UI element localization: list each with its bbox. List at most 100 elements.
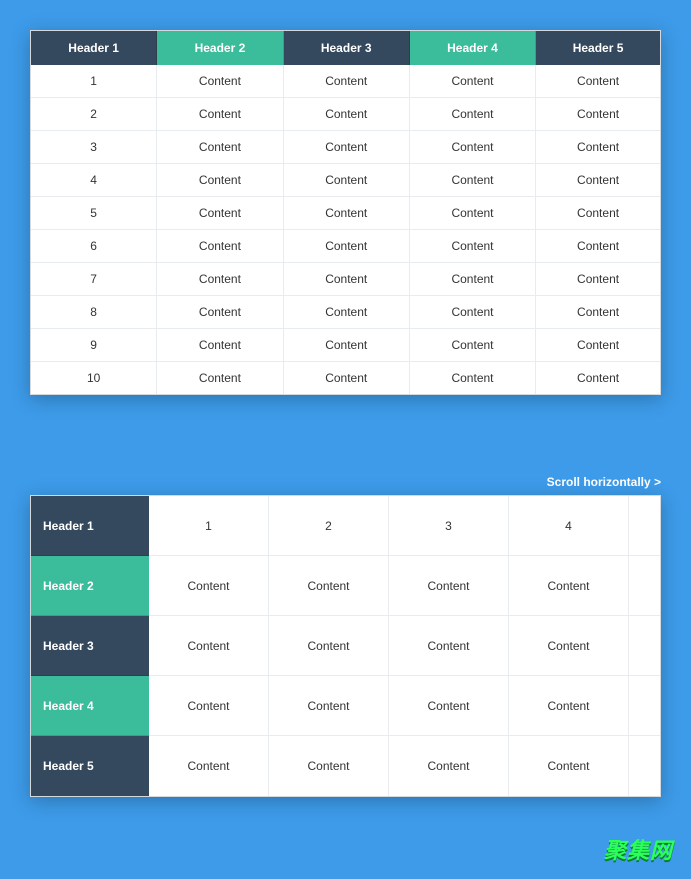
table-cell: Content [536,263,660,296]
table-row: ContentContentContentContentContentConte… [149,676,660,736]
table-cell: 5 [629,496,660,556]
table-cell: Content [269,556,389,616]
table-cell: Content [284,98,410,131]
table-row: 7ContentContentContentContent [31,263,660,296]
table-cell: 3 [31,131,157,164]
col-header[interactable]: Header 1 [31,31,157,65]
table-cell: Content [410,98,536,131]
table-cell: Content [410,131,536,164]
table-cell: Content [389,556,509,616]
scrollable-data-area[interactable]: 12345678910ContentContentContentContentC… [149,496,660,796]
table-cell: Content [269,676,389,736]
table-row: 9ContentContentContentContent [31,329,660,362]
table-cell: Content [157,131,283,164]
table-cell: Content [536,65,660,98]
table-cell: 3 [389,496,509,556]
table-cell: Content [284,230,410,263]
table-header-row: Header 1 Header 2 Header 3 Header 4 Head… [31,31,660,65]
row-header[interactable]: Header 3 [31,616,149,676]
table-cell: Content [536,98,660,131]
table-cell: Content [410,230,536,263]
table-cell: Content [410,164,536,197]
table-row: ContentContentContentContentContentConte… [149,556,660,616]
table-cell: Content [536,230,660,263]
fixed-header-column: Header 1Header 2Header 3Header 4Header 5 [31,496,149,796]
table-cell: Content [284,263,410,296]
table-cell: Content [157,296,283,329]
table-cell: Content [157,362,283,394]
table-cell: Content [284,164,410,197]
table-cell: Content [149,736,269,796]
table-cell: Content [149,556,269,616]
table-cell: Content [509,676,629,736]
table-row: 1ContentContentContentContent [31,65,660,98]
table-cell: Content [509,616,629,676]
table-2-layout: Header 1Header 2Header 3Header 4Header 5… [31,496,660,796]
table-row: 5ContentContentContentContent [31,197,660,230]
table-cell: Content [410,296,536,329]
table-cell: Content [157,329,283,362]
table-cell: Content [284,131,410,164]
table-cell: Content [149,616,269,676]
table-cell: Content [157,197,283,230]
table-cell: 7 [31,263,157,296]
table-cell: Content [157,65,283,98]
table-row: 8ContentContentContentContent [31,296,660,329]
table-cell: Content [410,329,536,362]
table-row: ContentContentContentContentContentConte… [149,616,660,676]
col-header[interactable]: Header 4 [410,31,536,65]
table-cell: Content [410,65,536,98]
table-row: ContentContentContentContentContentConte… [149,736,660,796]
table-cell: Content [410,197,536,230]
col-header[interactable]: Header 3 [284,31,410,65]
watermark-text: 聚集网 [604,833,673,865]
table-row: 2ContentContentContentContent [31,98,660,131]
row-header[interactable]: Header 2 [31,556,149,616]
table-cell: Content [389,676,509,736]
table-row: 3ContentContentContentContent [31,131,660,164]
table-cell: Content [509,736,629,796]
table-cell: Content [629,556,660,616]
table-cell: 1 [31,65,157,98]
table-cell: Content [157,98,283,131]
table-row: 6ContentContentContentContent [31,230,660,263]
table-cell: Content [284,329,410,362]
table-cell: Content [509,556,629,616]
table-cell: 5 [31,197,157,230]
table-cell: 8 [31,296,157,329]
row-header[interactable]: Header 4 [31,676,149,736]
table-cell: Content [536,197,660,230]
table-cell: 2 [31,98,157,131]
table-cell: Content [157,164,283,197]
table-cell: 1 [149,496,269,556]
table-row: 4ContentContentContentContent [31,164,660,197]
table-cell: Content [536,296,660,329]
table-cell: Content [157,263,283,296]
data-table-1: Header 1 Header 2 Header 3 Header 4 Head… [31,31,660,394]
table-cell: 2 [269,496,389,556]
col-header[interactable]: Header 5 [536,31,660,65]
table-cell: Content [629,676,660,736]
table-cell: 4 [509,496,629,556]
table-2-container: Header 1Header 2Header 3Header 4Header 5… [30,495,661,797]
table-cell: Content [284,362,410,394]
row-header[interactable]: Header 5 [31,736,149,796]
table-cell: 10 [31,362,157,394]
table-cell: Content [410,362,536,394]
table-cell: 9 [31,329,157,362]
table-row: 10ContentContentContentContent [31,362,660,394]
table-cell: Content [284,65,410,98]
table-cell: Content [389,616,509,676]
table-cell: Content [536,131,660,164]
table-cell: Content [536,362,660,394]
table-cell: Content [269,736,389,796]
scroll-hint-label: Scroll horizontally > [30,475,661,489]
table-cell: 6 [31,230,157,263]
table-cell: Content [389,736,509,796]
row-header[interactable]: Header 1 [31,496,149,556]
table-row: 12345678910 [149,496,660,556]
table-cell: Content [629,736,660,796]
col-header[interactable]: Header 2 [157,31,283,65]
table-cell: Content [284,296,410,329]
table-cell: Content [284,197,410,230]
